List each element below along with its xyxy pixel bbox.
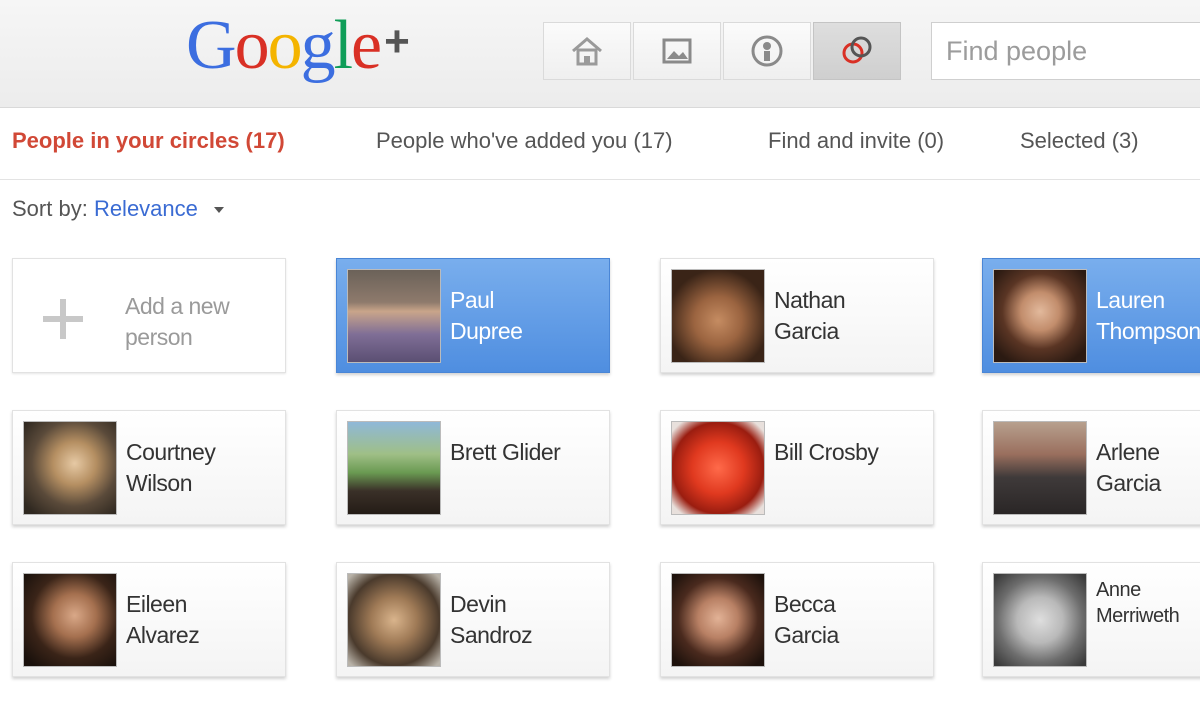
person-card-lauren-thompson[interactable]: Lauren Thompson — [982, 258, 1200, 373]
logo-e: e — [351, 7, 382, 84]
nav-profile-button[interactable] — [723, 22, 811, 80]
person-name: Courtney Wilson — [126, 439, 216, 496]
avatar — [993, 269, 1087, 363]
tab-people-in-your-circles[interactable]: People in your circles (17) — [12, 128, 285, 154]
logo-g1: G — [186, 7, 237, 84]
tab-find-and-invite[interactable]: Find and invite (0) — [768, 128, 944, 154]
avatar — [671, 421, 765, 515]
person-name: Brett Glider — [450, 439, 561, 465]
logo-plus: + — [384, 17, 410, 66]
person-name: Arlene Garcia — [1096, 439, 1161, 496]
person-name: Eileen Alvarez — [126, 591, 200, 648]
avatar — [347, 421, 441, 515]
chevron-down-icon[interactable] — [214, 207, 225, 214]
person-name: Nathan Garcia — [774, 287, 846, 344]
add-new-person-card[interactable]: Add a new person — [12, 258, 286, 373]
main-nav — [543, 22, 903, 80]
nav-home-button[interactable] — [543, 22, 631, 80]
person-name: Lauren Thompson — [1096, 287, 1200, 344]
avatar — [347, 269, 441, 363]
tab-selected[interactable]: Selected (3) — [1020, 128, 1139, 154]
avatar — [347, 573, 441, 667]
circles-tabs: People in your circles (17) People who'v… — [0, 108, 1200, 180]
tab-people-who-added-you[interactable]: People who've added you (17) — [376, 128, 673, 154]
avatar — [993, 421, 1087, 515]
logo-l: l — [333, 7, 354, 84]
nav-circles-button[interactable] — [813, 22, 901, 80]
person-card-becca-garcia[interactable]: Becca Garcia — [660, 562, 934, 677]
person-card-nathan-garcia[interactable]: Nathan Garcia — [660, 258, 934, 373]
avatar — [671, 573, 765, 667]
sort-dropdown[interactable]: Relevance — [94, 196, 198, 221]
avatar — [671, 269, 765, 363]
nav-photos-button[interactable] — [633, 22, 721, 80]
person-card-bill-crosby[interactable]: Bill Crosby — [660, 410, 934, 525]
avatar — [993, 573, 1087, 667]
person-card-anne-merriweth[interactable]: Anne Merriweth — [982, 562, 1200, 677]
circles-icon — [842, 36, 872, 64]
logo-o2: o — [267, 7, 303, 84]
logo-g2: g — [300, 7, 336, 84]
find-people-search-input[interactable] — [931, 22, 1200, 80]
top-bar: Google+ — [0, 0, 1200, 108]
photos-icon — [662, 38, 692, 64]
home-icon — [572, 37, 602, 66]
logo-o1: o — [234, 7, 270, 84]
person-card-paul-dupree[interactable]: Paul Dupree — [336, 258, 610, 373]
sort-control: Sort by: Relevance — [12, 196, 225, 222]
person-name: Becca Garcia — [774, 591, 839, 648]
person-card-eileen-alvarez[interactable]: Eileen Alvarez — [12, 562, 286, 677]
person-card-courtney-wilson[interactable]: Courtney Wilson — [12, 410, 286, 525]
sort-label: Sort by: — [12, 196, 88, 221]
person-card-brett-glider[interactable]: Brett Glider — [336, 410, 610, 525]
person-card-devin-sandroz[interactable]: Devin Sandroz — [336, 562, 610, 677]
avatar — [23, 573, 117, 667]
add-new-person-label: Add a new person — [125, 293, 230, 350]
person-name: Anne Merriweth — [1096, 579, 1180, 627]
avatar — [23, 421, 117, 515]
person-name: Devin Sandroz — [450, 591, 533, 648]
person-name: Bill Crosby — [774, 439, 879, 465]
plus-icon — [43, 299, 83, 339]
person-name: Paul Dupree — [450, 287, 523, 344]
profile-icon — [751, 35, 783, 67]
person-card-arlene-garcia[interactable]: Arlene Garcia — [982, 410, 1200, 525]
google-plus-logo[interactable]: Google+ — [186, 6, 410, 94]
